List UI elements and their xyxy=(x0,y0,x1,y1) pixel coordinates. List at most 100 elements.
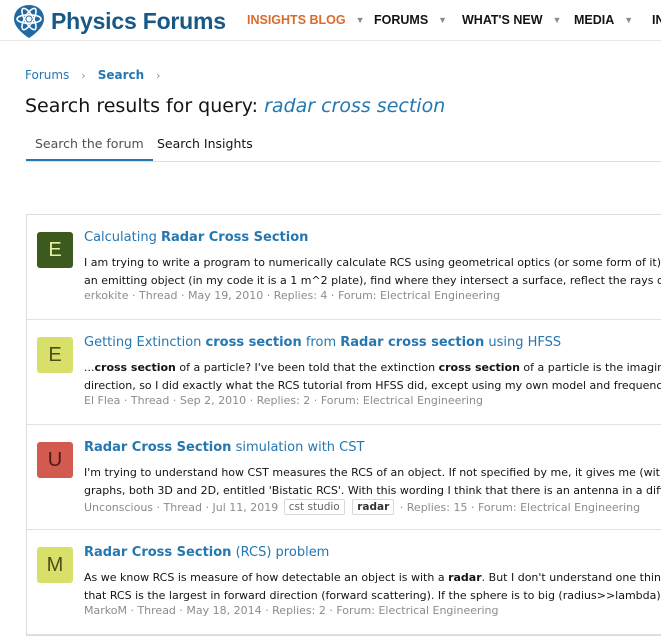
meta-separator: · xyxy=(202,500,213,514)
breadcrumb-search[interactable]: Search xyxy=(98,68,144,82)
nav-label: FORUMS xyxy=(374,13,429,27)
meta-field[interactable]: Forum: Electrical Engineering xyxy=(321,394,483,407)
result-meta: Unconscious · Thread · Jul 11, 2019 cst … xyxy=(84,499,640,515)
highlight-term: cross section xyxy=(438,361,520,374)
site-logo[interactable]: Physics Forums xyxy=(10,2,226,40)
result-snippet: As we know RCS is measure of how detecta… xyxy=(84,569,661,605)
meta-field: Replies: 2 xyxy=(272,604,326,617)
chevron-down-icon[interactable]: ▼ xyxy=(624,15,633,25)
text-segment: (RCS) problem xyxy=(231,545,330,560)
highlight-term: cross section xyxy=(205,335,302,350)
nav-insights-blog[interactable]: INSIGHTS BLOG ▼ xyxy=(247,0,365,40)
result-item: E Getting Extinction cross section from … xyxy=(27,320,661,425)
meta-separator: · xyxy=(325,604,337,617)
meta-separator: · xyxy=(310,394,321,407)
meta-field: Replies: 15 xyxy=(406,500,468,514)
result-item: U Radar Cross Section simulation with CS… xyxy=(27,425,661,530)
tab-search-insights[interactable]: Search Insights xyxy=(148,128,262,159)
meta-separator: · xyxy=(169,394,180,407)
avatar[interactable]: E xyxy=(37,232,73,268)
author-link[interactable]: Unconscious xyxy=(84,501,153,514)
text-segment: As we know RCS is measure of how detecta… xyxy=(84,571,449,584)
result-item: M Radar Cross Section (RCS) problem As w… xyxy=(27,530,661,635)
result-title-link[interactable]: Radar Cross Section (RCS) problem xyxy=(84,545,329,560)
meta-field: Thread xyxy=(139,289,178,302)
breadcrumb-forums[interactable]: Forums xyxy=(25,68,69,82)
tag-chip[interactable]: radar xyxy=(352,499,395,515)
result-title-link[interactable]: Getting Extinction cross section from Ra… xyxy=(84,335,561,350)
meta-field: May 19, 2010 xyxy=(187,289,264,302)
tag-chip[interactable]: cst studio xyxy=(283,499,345,515)
meta-separator: · xyxy=(177,289,188,302)
text-segment: I am trying to write a program to numeri… xyxy=(84,256,661,269)
nav-whats-new[interactable]: WHAT'S NEW ▼ xyxy=(462,0,561,40)
result-meta: erkokite · Thread · May 19, 2010 · Repli… xyxy=(84,289,500,302)
meta-field: Replies: 4 xyxy=(273,289,328,302)
nav-label: WHAT'S NEW xyxy=(462,13,543,27)
text-segment: of a particle? I've been told that the e… xyxy=(175,361,439,374)
tab-search-forum[interactable]: Search the forum xyxy=(26,128,153,161)
highlight-term: Radar Cross Section xyxy=(84,440,232,455)
highlight-term: radar xyxy=(448,571,482,584)
meta-separator: · xyxy=(261,604,273,617)
snippet-line: an emitting object (in my code it is a 1… xyxy=(84,272,661,290)
avatar[interactable]: M xyxy=(37,547,73,583)
search-query[interactable]: radar cross section xyxy=(264,95,445,117)
highlight-term: cross section xyxy=(94,361,176,374)
page-title: Search results for query: radar cross se… xyxy=(25,95,445,117)
result-snippet: ...cross section of a particle? I've bee… xyxy=(84,359,661,395)
result-title-link[interactable]: Radar Cross Section simulation with CST xyxy=(84,440,364,455)
nav-forums[interactable]: FORUMS ▼ xyxy=(374,0,447,40)
result-meta: El Flea · Thread · Sep 2, 2010 · Replies… xyxy=(84,394,483,407)
author-link[interactable]: erkokite xyxy=(84,289,129,302)
text-segment: using HFSS xyxy=(484,335,562,350)
snippet-line: I'm trying to understand how CST measure… xyxy=(84,464,661,482)
text-segment: of a particle is the imaginary part of t xyxy=(523,361,661,374)
result-meta: MarkoM · Thread · May 18, 2014 · Replies… xyxy=(84,604,499,617)
author-link[interactable]: MarkoM xyxy=(84,604,127,617)
text-segment: . But I don't understand one thing. If w… xyxy=(481,571,661,584)
text-segment: from xyxy=(301,335,341,350)
avatar[interactable]: E xyxy=(37,337,73,373)
meta-separator: · xyxy=(327,289,338,302)
snippet-line: As we know RCS is measure of how detecta… xyxy=(84,569,661,587)
highlight-term: Radar Cross Section xyxy=(84,545,232,560)
text-segment: I'm trying to understand how CST measure… xyxy=(84,466,661,479)
highlight-term: Radar Cross Section xyxy=(160,230,309,245)
chevron-down-icon[interactable]: ▼ xyxy=(356,15,365,25)
nav-media[interactable]: MEDIA ▼ xyxy=(574,0,633,40)
meta-field[interactable]: Forum: Electrical Engineering xyxy=(478,501,640,514)
meta-separator: · xyxy=(396,500,407,514)
meta-separator: · xyxy=(120,394,131,407)
meta-separator: · xyxy=(246,394,257,407)
avatar[interactable]: U xyxy=(37,442,73,478)
meta-field: Thread xyxy=(130,394,170,407)
nav-more[interactable]: IN xyxy=(652,0,661,40)
chevron-down-icon[interactable]: ▼ xyxy=(438,15,447,25)
meta-field[interactable]: Forum: Electrical Engineering xyxy=(338,289,500,302)
text-segment: ... xyxy=(84,361,95,374)
text-segment: graphs, both 3D and 2D, entitled 'Bistat… xyxy=(84,484,661,497)
snippet-line: direction, so I did exactly what the RCS… xyxy=(84,377,661,395)
meta-separator: · xyxy=(153,500,164,514)
text-segment: that RCS is the largest in forward direc… xyxy=(84,589,661,602)
meta-field: Replies: 2 xyxy=(256,394,311,407)
meta-field[interactable]: Forum: Electrical Engineering xyxy=(336,604,498,617)
text-segment: Calculating xyxy=(84,230,161,245)
result-title-link[interactable]: Calculating Radar Cross Section xyxy=(84,230,308,245)
meta-field: Thread xyxy=(163,500,203,514)
chevron-down-icon[interactable]: ▼ xyxy=(553,15,562,25)
author-link[interactable]: El Flea xyxy=(84,394,120,407)
meta-separator: · xyxy=(128,289,140,302)
meta-spacer xyxy=(347,501,351,514)
logo-text: Physics Forums xyxy=(51,7,226,34)
snippet-line: that RCS is the largest in forward direc… xyxy=(84,587,661,605)
site-header: Physics Forums INSIGHTS BLOG ▼ FORUMS ▼ … xyxy=(0,0,661,41)
meta-separator: · xyxy=(263,289,274,302)
snippet-line: ...cross section of a particle? I've bee… xyxy=(84,359,661,377)
meta-separator: · xyxy=(126,604,138,617)
chevron-right-icon: › xyxy=(81,68,86,82)
text-segment: simulation with CST xyxy=(231,440,365,455)
text-segment: Getting Extinction xyxy=(84,335,206,350)
text-segment: an emitting object (in my code it is a 1… xyxy=(84,274,661,287)
